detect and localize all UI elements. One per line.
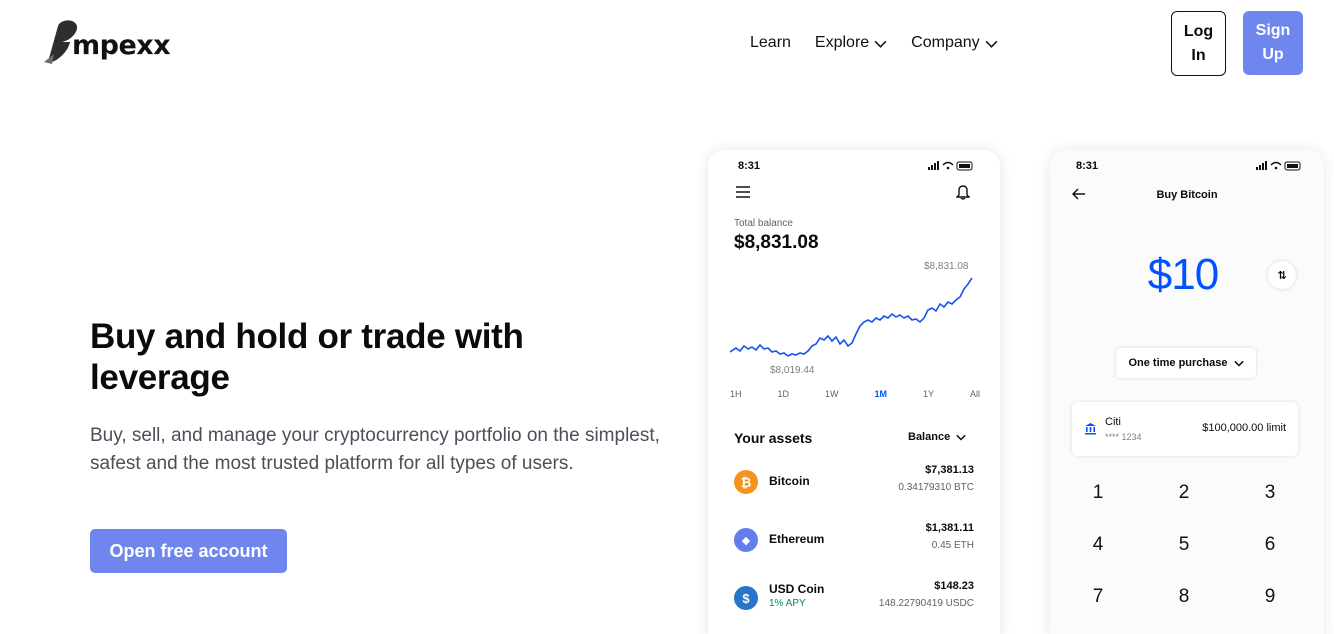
keypad-key-5[interactable]: 5 — [1159, 534, 1209, 556]
hero-subtitle: Buy, sell, and manage your cryptocurrenc… — [90, 425, 660, 474]
asset-name: USD Coin — [769, 582, 825, 596]
nav-learn[interactable]: Learn — [750, 34, 791, 52]
asset-amount: 0.45 ETH — [931, 540, 974, 551]
asset-amount: 0.34179310 BTC — [898, 482, 974, 493]
main-nav: Learn Explore Company — [750, 30, 1022, 56]
asset-row-usdc[interactable]: $ USD Coin 1% APY $148.23 148.22790419 U… — [734, 580, 974, 616]
login-button[interactable]: Log In — [1171, 11, 1226, 76]
chevron-down-icon — [874, 40, 887, 48]
balance-label: Total balance — [734, 218, 793, 229]
asset-row-ethereum[interactable]: ◆ Ethereum $1,381.11 0.45 ETH — [734, 522, 974, 558]
chart-min-label: $8,019.44 — [770, 365, 815, 376]
ethereum-icon: ◆ — [734, 528, 758, 552]
swap-icon[interactable]: ⇅ — [1268, 261, 1296, 289]
chevron-down-icon — [956, 434, 966, 441]
purchase-limit: $100,000.00 limit — [1202, 422, 1286, 434]
asset-name: Ethereum — [769, 532, 825, 546]
range-tab-1d[interactable]: 1D — [778, 389, 790, 399]
asset-value: $7,381.13 — [925, 464, 974, 476]
keypad-key-7[interactable]: 7 — [1073, 586, 1123, 608]
chart-max-label: $8,831.08 — [924, 261, 969, 272]
range-tabs: 1H 1D 1W 1M 1Y All — [730, 389, 980, 399]
status-bar-icons — [1256, 161, 1301, 171]
nav-company[interactable]: Company — [911, 34, 998, 52]
sort-dropdown[interactable]: Balance — [908, 431, 966, 443]
keypad-key-4[interactable]: 4 — [1073, 534, 1123, 556]
keypad-key-3[interactable]: 3 — [1245, 482, 1295, 504]
chevron-down-icon — [985, 40, 998, 48]
range-tab-1y[interactable]: 1Y — [923, 389, 934, 399]
status-bar-icons — [928, 161, 973, 171]
status-time: 8:31 — [738, 160, 761, 172]
payment-method-card[interactable]: Citi **** 1234 $100,000.00 limit — [1072, 402, 1298, 456]
nav-explore-label: Explore — [814, 34, 870, 51]
sort-label: Balance — [908, 431, 951, 443]
bank-name: Citi — [1105, 416, 1121, 428]
phone-buy-screen: 8:31 Buy Bitcoin $10 ⇅ One time purchase… — [1050, 150, 1324, 634]
range-tab-1m[interactable]: 1M — [874, 389, 887, 399]
hero-title: Buy and hold or trade with leverage — [90, 317, 524, 397]
asset-amount: 148.22790419 USDC — [878, 598, 974, 609]
asset-value: $1,381.11 — [925, 522, 974, 534]
nav-learn-label: Learn — [750, 34, 791, 51]
nav-explore[interactable]: Explore — [815, 34, 887, 52]
keypad-key-1[interactable]: 1 — [1073, 482, 1123, 504]
asset-apy: 1% APY — [769, 598, 806, 609]
range-tab-all[interactable]: All — [970, 389, 980, 399]
brand-logo[interactable]: mpexx — [42, 16, 172, 70]
purchase-type-label: One time purchase — [1128, 357, 1228, 369]
logo-text: mpexx — [72, 30, 171, 61]
bell-icon[interactable] — [956, 184, 970, 200]
phone-portfolio-screen: 8:31 Total balance $8,831.08 $8,831.08 $… — [708, 150, 1000, 634]
balance-value: $8,831.08 — [734, 232, 819, 253]
range-tab-1w[interactable]: 1W — [825, 389, 839, 399]
bitcoin-icon: ₿ — [734, 470, 758, 494]
portfolio-line-chart — [730, 277, 973, 357]
keypad-key-9[interactable]: 9 — [1245, 586, 1295, 608]
bank-number: **** 1234 — [1105, 432, 1142, 442]
open-account-button[interactable]: Open free account — [90, 529, 287, 573]
nav-company-label: Company — [911, 34, 980, 51]
range-tab-1h[interactable]: 1H — [730, 389, 742, 399]
chevron-down-icon — [1233, 360, 1244, 367]
bank-icon — [1085, 423, 1096, 435]
usdc-icon: $ — [734, 586, 758, 610]
signup-button[interactable]: Sign Up — [1243, 11, 1303, 75]
purchase-type-dropdown[interactable]: One time purchase — [1116, 348, 1256, 378]
keypad-key-2[interactable]: 2 — [1159, 482, 1209, 504]
assets-title: Your assets — [734, 430, 813, 446]
asset-value: $148.23 — [934, 580, 974, 592]
asset-name: Bitcoin — [769, 474, 810, 488]
status-time: 8:31 — [1076, 160, 1099, 172]
menu-icon[interactable] — [736, 186, 750, 198]
keypad-key-6[interactable]: 6 — [1245, 534, 1295, 556]
keypad-key-8[interactable]: 8 — [1159, 586, 1209, 608]
buy-title: Buy Bitcoin — [1156, 189, 1218, 201]
asset-row-bitcoin[interactable]: ₿ Bitcoin $7,381.13 0.34179310 BTC — [734, 464, 974, 500]
